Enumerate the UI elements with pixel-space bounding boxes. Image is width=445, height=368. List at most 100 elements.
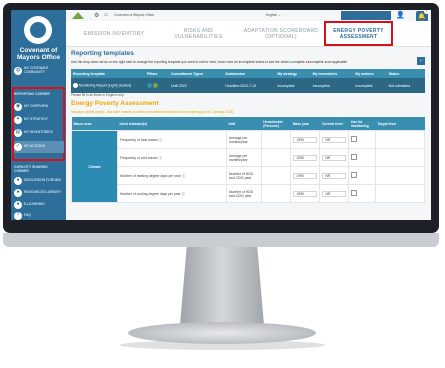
base-year-select[interactable]: 1990 (290, 130, 321, 149)
library-icon: ● (14, 189, 22, 197)
sidebar-item-overview[interactable]: ◉ MY OVERVIEW (14, 102, 64, 112)
actions-status[interactable]: Incomplete (353, 78, 387, 93)
search-input[interactable] (341, 11, 391, 20)
inventories-status[interactable]: Incomplete (310, 78, 354, 93)
col-template: Reporting template (71, 69, 145, 78)
table-row: Climate Frequency of heat waves ⓘ Averag… (71, 130, 425, 203)
logo (24, 16, 52, 44)
globe-icon: ◍ (14, 66, 22, 75)
screen: Covenant of Mayors Office ◍ MY COVENANT … (11, 10, 431, 220)
indicator-cell: Number of cooling degree days per year ⓘ (117, 184, 227, 203)
sidebar-item-inventories[interactable]: ▤ MY INVENTORIES (14, 128, 64, 138)
households-input[interactable] (260, 166, 292, 185)
reporting-title: Reporting templates (71, 50, 134, 57)
tab-emission-inventory[interactable]: EMISSION INVENTORY (74, 21, 154, 46)
top-bar: ⚙ ⌂ Covenant of Mayors Office English ⌄ … (66, 10, 431, 23)
faq-icon: ? (14, 211, 22, 220)
households-input[interactable] (260, 184, 292, 203)
submission-status: Not submitted (386, 78, 425, 93)
unit-cell: Number of HDD and CDD/ year (226, 184, 262, 203)
monitoring-checkbox[interactable] (348, 148, 376, 167)
col-inventories: My inventories (310, 69, 354, 78)
app-logo-icon (72, 12, 84, 19)
strategy-status[interactable]: Incomplete (275, 78, 311, 93)
tab-energy-poverty[interactable]: ENERGY POVERTY ASSESSMENT (324, 21, 393, 46)
base-year-select[interactable]: 1990 (290, 148, 321, 167)
breadcrumb[interactable]: Covenant of Mayors Office (114, 13, 154, 17)
table-row: Number of cooling degree days per year ⓘ… (72, 184, 425, 203)
tab-bar: EMISSION INVENTORY RISKS AND VULNERABILI… (66, 21, 431, 47)
reporting-hint: Use the drop down arrow on the right sid… (71, 60, 348, 64)
sidebar: Covenant of Mayors Office ◍ MY COVENANT … (11, 10, 66, 220)
tab-adaptation[interactable]: ADAPTATION SCOREBOARD (OPTIONAL) (242, 21, 320, 46)
table-row: Frequency of cold waves ⓘ Average per mo… (72, 148, 425, 167)
section-capacity: CAPACITY SHARING CORNER (14, 165, 48, 173)
info-icon[interactable]: ⓘ (182, 174, 185, 178)
lock-icon (73, 83, 78, 88)
language-select[interactable]: English ⌄ (266, 13, 281, 17)
col-base-year: Base year (290, 117, 320, 131)
current-level-select[interactable]: NR (319, 130, 350, 149)
notification-badge: 1 (424, 10, 429, 14)
home-icon[interactable]: ⌂ (104, 12, 108, 18)
col-current-level: Current level (319, 117, 349, 131)
sidebar-item-faq[interactable]: ? FAQ (14, 211, 64, 220)
col-macro-area: Macro area (71, 117, 118, 131)
sidebar-item-forums[interactable]: ● DISCUSSION FORUMS (14, 176, 64, 186)
tab-risks[interactable]: RISKS AND VULNERABILITIES (161, 21, 236, 46)
chart-icon: ▤ (14, 129, 22, 137)
sector-climate: Climate (71, 130, 118, 203)
monitoring-checkbox[interactable] (348, 184, 376, 203)
base-year-select[interactable]: 1990 (290, 184, 321, 203)
sidebar-item-elearning[interactable]: ● E-LEARNING (14, 200, 64, 209)
col-strategy: My strategy (275, 69, 311, 78)
energy-subtitle: Indicators (initial guide) – this table … (71, 110, 234, 114)
bulb-icon: ✦ (14, 116, 22, 124)
info-icon[interactable]: ⓘ (181, 192, 184, 196)
sidebar-item-actions[interactable]: ✓ MY ACTIONS (14, 141, 64, 153)
sidebar-item-library[interactable]: ● RESOURCES LIBRARY (14, 188, 64, 198)
unit-cell: Number of HDD and CDD/ year (226, 166, 262, 185)
col-actions: My actions (353, 69, 387, 78)
target-input[interactable] (375, 148, 425, 167)
info-icon[interactable]: ⓘ (159, 138, 162, 142)
eye-icon: ◉ (14, 103, 22, 111)
indicator-table: Macro area Used indicator(s) Unit Househ… (71, 117, 425, 203)
unit-cell: Average per months/year (226, 130, 262, 149)
adaptation-icon (153, 83, 158, 88)
user-icon[interactable]: 👤 (396, 11, 405, 19)
col-households: Households (Persons) (261, 117, 291, 131)
target-input[interactable] (375, 184, 425, 203)
target-input[interactable] (375, 130, 425, 149)
reporting-table: Reporting template Pillars Commitment Ty… (71, 69, 425, 93)
table-row[interactable]: Monitoring Report (Light) (locked) Until… (71, 78, 425, 93)
households-input[interactable] (260, 148, 292, 167)
template-cell[interactable]: Monitoring Report (Light) (locked) (71, 78, 145, 93)
current-level-select[interactable]: NR (319, 166, 350, 185)
monitoring-checkbox[interactable] (348, 166, 376, 185)
households-input[interactable] (260, 130, 292, 149)
sidebar-item-strategy[interactable]: ✦ MY STRATEGY (14, 115, 64, 125)
current-level-select[interactable]: NR (319, 148, 350, 167)
settings-icon[interactable]: ⚙ (94, 12, 99, 19)
expand-icon[interactable]: › (417, 57, 425, 65)
base-year-select[interactable]: 1990 (290, 166, 321, 185)
table-row: Number of heating degree days per year ⓘ… (72, 166, 425, 185)
col-unit: Unit (226, 117, 262, 131)
col-submission: Submission (223, 69, 276, 78)
col-target: Target level (375, 117, 425, 131)
col-status: Status (386, 69, 425, 78)
commitment-cell: Until 2022 (169, 78, 224, 93)
target-input[interactable] (375, 166, 425, 185)
col-monitoring: Use for monitoring (348, 117, 376, 131)
section-reporting: REPORTING CORNER (14, 92, 50, 96)
sidebar-item-community[interactable]: ◍ MY COVENANT COMMUNITY (14, 65, 64, 76)
check-icon: ✓ (14, 143, 22, 151)
monitoring-checkbox[interactable] (348, 130, 376, 149)
col-indicator: Used indicator(s) (117, 117, 227, 131)
current-level-select[interactable]: NR (319, 184, 350, 203)
monitor-chin (3, 233, 439, 247)
forum-icon: ● (14, 177, 22, 185)
indicator-cell: Frequency of heat waves ⓘ (117, 130, 227, 149)
info-icon[interactable]: ⓘ (158, 156, 161, 160)
